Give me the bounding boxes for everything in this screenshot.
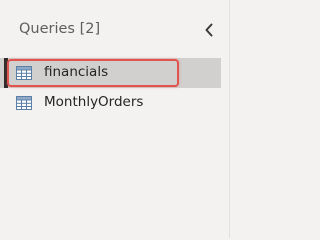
chevron-left-icon (205, 23, 213, 37)
queries-pane-title: Queries [2] (19, 21, 101, 37)
query-label-financials: financials (44, 64, 109, 80)
query-list: financials MonthlyOrders (0, 58, 229, 118)
queries-pane-header: Queries [2] (0, 0, 229, 56)
queries-pane: Queries [2] financials MonthlyOrders (0, 0, 230, 238)
collapse-pane-button[interactable] (199, 20, 219, 40)
query-item-financials[interactable]: financials (0, 58, 221, 88)
query-item-monthlyorders[interactable]: MonthlyOrders (0, 88, 229, 118)
table-icon (16, 66, 32, 80)
table-icon (16, 96, 32, 110)
query-label-monthlyorders: MonthlyOrders (44, 94, 144, 110)
